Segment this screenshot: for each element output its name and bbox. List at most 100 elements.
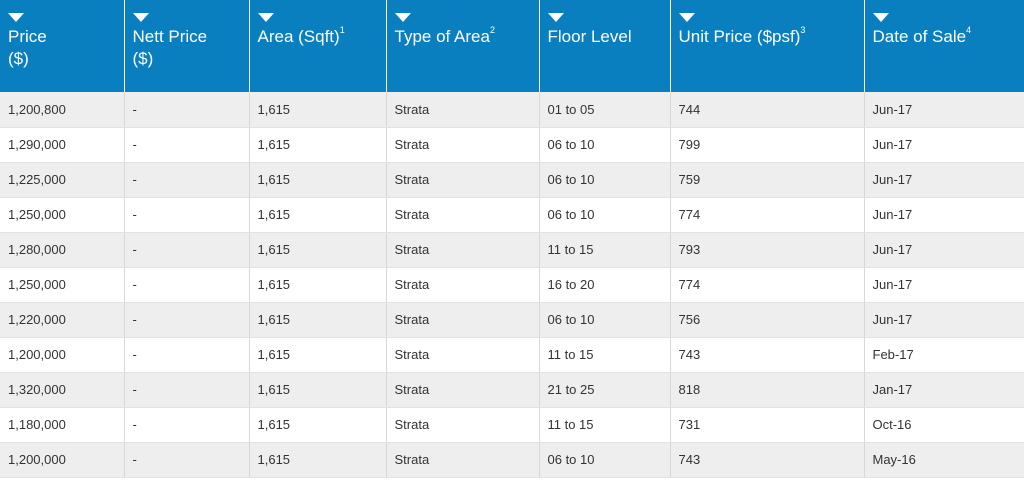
- cell-date-of-sale: Jun-17: [864, 127, 1024, 163]
- cell-floor-level: 06 to 10: [539, 197, 671, 233]
- cell-nett-price: -: [124, 372, 250, 408]
- sort-caret-down-icon[interactable]: [257, 13, 274, 22]
- sort-caret-down-icon[interactable]: [547, 13, 564, 22]
- table-row: 1,250,000-1,615 Strata 06 to 10 774 Jun-17: [0, 197, 1024, 233]
- cell-type-of-area: Strata: [386, 372, 540, 408]
- cell-area: 1,615: [249, 127, 387, 163]
- table-row: 1,320,000-1,615 Strata 21 to 25 818 Jan-17: [0, 372, 1024, 408]
- cell-unit-price: 743: [670, 442, 865, 478]
- cell-type-of-area: Strata: [386, 232, 540, 268]
- cell-area: 1,615: [249, 407, 387, 443]
- table-row: 1,200,000-1,615 Strata 06 to 10 743 May-16: [0, 442, 1024, 478]
- transactions-table: Price ($) Nett Price ($) Area (Sqft)1 Ty…: [0, 0, 1024, 478]
- column-header-label: Date of Sale4: [872, 25, 972, 46]
- column-header-nett-price[interactable]: Nett Price ($): [124, 0, 250, 92]
- cell-nett-price: -: [124, 442, 250, 478]
- table-row: 1,290,000-1,615 Strata 06 to 10 799 Jun-17: [0, 127, 1024, 163]
- cell-area: 1,615: [249, 302, 387, 338]
- cell-nett-price: -: [124, 302, 250, 338]
- column-header-type-of-area[interactable]: Type of Area2: [386, 0, 540, 92]
- cell-unit-price: 793: [670, 232, 865, 268]
- column-header-date-of-sale[interactable]: Date of Sale4: [864, 0, 1024, 92]
- cell-price: 1,250,000: [0, 197, 125, 233]
- cell-type-of-area: Strata: [386, 92, 540, 128]
- cell-date-of-sale: Jun-17: [864, 162, 1024, 198]
- column-header-unit-price[interactable]: Unit Price ($psf)3: [670, 0, 865, 92]
- cell-area: 1,615: [249, 372, 387, 408]
- cell-area: 1,615: [249, 197, 387, 233]
- cell-floor-level: 06 to 10: [539, 127, 671, 163]
- cell-date-of-sale: Jun-17: [864, 197, 1024, 233]
- cell-unit-price: 774: [670, 267, 865, 303]
- column-header-label: Nett Price: [132, 27, 208, 46]
- cell-floor-level: 06 to 10: [539, 162, 671, 198]
- cell-floor-level: 11 to 15: [539, 407, 671, 443]
- sort-caret-down-icon[interactable]: [872, 13, 889, 22]
- sort-caret-down-icon[interactable]: [394, 13, 411, 22]
- column-header-label: Price: [8, 27, 47, 46]
- cell-price: 1,280,000: [0, 232, 125, 268]
- cell-type-of-area: Strata: [386, 197, 540, 233]
- cell-nett-price: -: [124, 127, 250, 163]
- cell-price: 1,290,000: [0, 127, 125, 163]
- cell-date-of-sale: Jun-17: [864, 302, 1024, 338]
- column-header-price[interactable]: Price ($): [0, 0, 125, 92]
- cell-unit-price: 743: [670, 337, 865, 373]
- cell-floor-level: 11 to 15: [539, 232, 671, 268]
- column-header-unit: ($): [8, 49, 29, 68]
- cell-price: 1,220,000: [0, 302, 125, 338]
- cell-type-of-area: Strata: [386, 127, 540, 163]
- header-row: Price ($) Nett Price ($) Area (Sqft)1 Ty…: [0, 0, 1024, 92]
- sort-caret-down-icon[interactable]: [132, 13, 149, 22]
- cell-price: 1,180,000: [0, 407, 125, 443]
- cell-price: 1,200,000: [0, 442, 125, 478]
- cell-area: 1,615: [249, 442, 387, 478]
- column-header-floor-level[interactable]: Floor Level: [539, 0, 671, 92]
- table-row: 1,200,800-1,615 Strata 01 to 05 744 Jun-17: [0, 92, 1024, 128]
- column-header-unit: ($): [132, 49, 154, 68]
- cell-area: 1,615: [249, 232, 387, 268]
- sort-caret-down-icon[interactable]: [678, 13, 695, 22]
- cell-nett-price: -: [124, 92, 250, 128]
- cell-area: 1,615: [249, 337, 387, 373]
- cell-type-of-area: Strata: [386, 267, 540, 303]
- cell-area: 1,615: [249, 92, 387, 128]
- cell-floor-level: 06 to 10: [539, 302, 671, 338]
- cell-floor-level: 16 to 20: [539, 267, 671, 303]
- table-header: Price ($) Nett Price ($) Area (Sqft)1 Ty…: [0, 0, 1024, 92]
- cell-unit-price: 818: [670, 372, 865, 408]
- cell-nett-price: -: [124, 267, 250, 303]
- sort-caret-down-icon[interactable]: [8, 13, 24, 22]
- cell-unit-price: 799: [670, 127, 865, 163]
- cell-price: 1,200,000: [0, 337, 125, 373]
- cell-date-of-sale: May-16: [864, 442, 1024, 478]
- cell-price: 1,225,000: [0, 162, 125, 198]
- cell-unit-price: 744: [670, 92, 865, 128]
- table-row: 1,200,000-1,615 Strata 11 to 15 743 Feb-17: [0, 337, 1024, 373]
- cell-type-of-area: Strata: [386, 302, 540, 338]
- cell-price: 1,320,000: [0, 372, 125, 408]
- cell-date-of-sale: Feb-17: [864, 337, 1024, 373]
- table-row: 1,180,000-1,615 Strata 11 to 15 731 Oct-16: [0, 407, 1024, 443]
- cell-date-of-sale: Oct-16: [864, 407, 1024, 443]
- cell-area: 1,615: [249, 162, 387, 198]
- cell-unit-price: 731: [670, 407, 865, 443]
- cell-unit-price: 756: [670, 302, 865, 338]
- cell-floor-level: 01 to 05: [539, 92, 671, 128]
- cell-unit-price: 759: [670, 162, 865, 198]
- column-header-area[interactable]: Area (Sqft)1: [249, 0, 387, 92]
- cell-price: 1,250,000: [0, 267, 125, 303]
- column-header-label: Type of Area2: [394, 25, 495, 46]
- cell-nett-price: -: [124, 232, 250, 268]
- cell-date-of-sale: Jun-17: [864, 232, 1024, 268]
- cell-floor-level: 06 to 10: [539, 442, 671, 478]
- cell-nett-price: -: [124, 337, 250, 373]
- cell-floor-level: 21 to 25: [539, 372, 671, 408]
- table-row: 1,250,000-1,615 Strata 16 to 20 774 Jun-17: [0, 267, 1024, 303]
- cell-price: 1,200,800: [0, 92, 125, 128]
- cell-date-of-sale: Jun-17: [864, 267, 1024, 303]
- cell-nett-price: -: [124, 197, 250, 233]
- table-row: 1,280,000-1,615 Strata 11 to 15 793 Jun-17: [0, 232, 1024, 268]
- cell-type-of-area: Strata: [386, 337, 540, 373]
- cell-area: 1,615: [249, 267, 387, 303]
